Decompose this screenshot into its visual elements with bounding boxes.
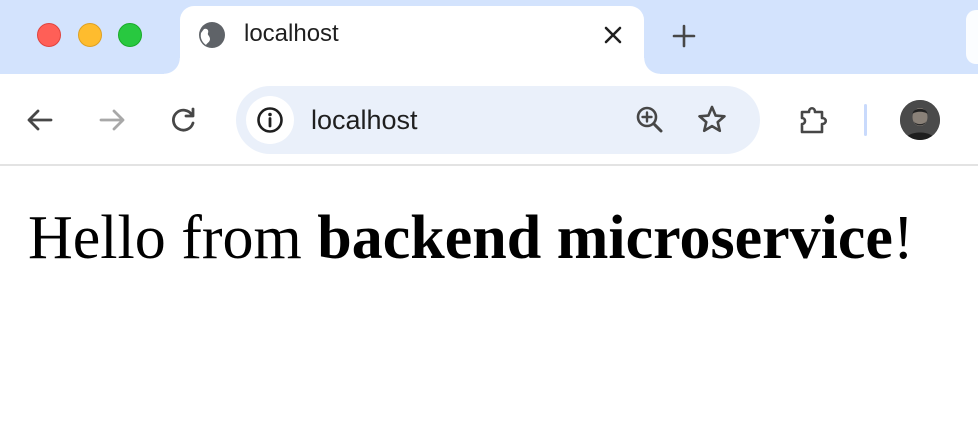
tab-strip-overflow (966, 10, 978, 64)
arrow-right-icon[interactable] (94, 102, 130, 138)
profile-avatar[interactable] (900, 100, 940, 140)
globe-icon (198, 21, 226, 49)
plus-icon[interactable] (668, 20, 700, 52)
arrow-left-icon[interactable] (22, 102, 58, 138)
heading-suffix: ! (892, 204, 914, 272)
address-bar[interactable]: localhost (236, 86, 760, 154)
tab-strip: localhost (0, 0, 978, 74)
zoom-in-icon[interactable] (632, 102, 668, 138)
window-minimize-button[interactable] (78, 23, 102, 47)
toolbar-divider (864, 104, 867, 136)
close-icon[interactable] (598, 20, 628, 50)
url-text[interactable]: localhost (311, 105, 418, 135)
heading-bold: backend microservice (317, 204, 893, 272)
page-heading: Hello from backend microservice! (28, 204, 914, 272)
browser-tab[interactable]: localhost (164, 6, 660, 74)
window-maximize-button[interactable] (118, 23, 142, 47)
reload-icon[interactable] (166, 102, 202, 138)
page-content: Hello from backend microservice! (0, 168, 978, 436)
site-info-button[interactable] (246, 96, 294, 144)
star-icon[interactable] (694, 102, 730, 138)
puzzle-icon[interactable] (796, 102, 832, 138)
browser-toolbar: localhost (0, 74, 978, 166)
window-close-button[interactable] (37, 23, 61, 47)
tab-title: localhost (244, 20, 339, 47)
heading-prefix: Hello from (28, 204, 318, 272)
